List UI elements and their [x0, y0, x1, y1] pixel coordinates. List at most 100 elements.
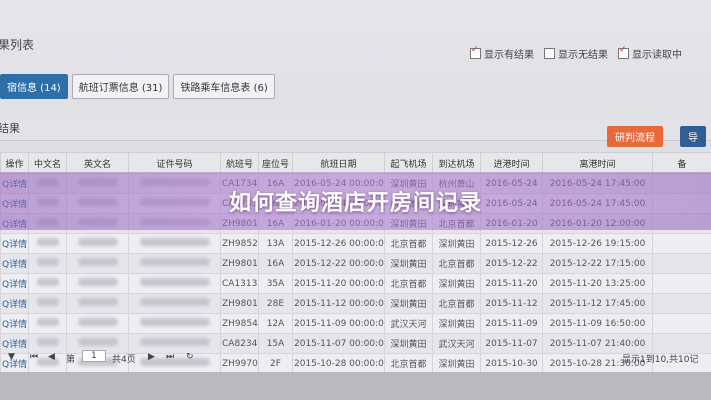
name-cell — [28, 233, 67, 254]
seat-cell: 35A — [258, 273, 293, 294]
option-show-loading[interactable]: 显示读取中 — [618, 45, 682, 61]
depart-cell: 2015-12-26 19:15:00 — [542, 233, 653, 254]
tab-bar: 宿信息 (14) 航班订票信息 (31) 铁路乘车信息表 (6) — [0, 74, 275, 99]
seat-cell: 16A — [258, 253, 293, 274]
seat-cell: 12A — [258, 313, 293, 334]
column-header[interactable]: 起飞机场 — [384, 152, 433, 174]
tab-flight-info[interactable]: 航班订票信息 (31) — [71, 74, 170, 99]
to-cell: 深圳黄田 — [432, 313, 481, 334]
english-name-cell — [66, 273, 129, 294]
table-row[interactable]: Q详情 ZH9801 28E 2015-11-12 00:00:00 深圳黄田 北京首都 2… — [0, 293, 711, 314]
english-name-cell — [66, 293, 129, 314]
title-banner: 如何查询酒店开房间记录 — [0, 172, 711, 230]
column-header[interactable]: 座位号 — [258, 152, 293, 174]
table-row[interactable]: Q详情 ZH9854 12A 2015-11-09 00:00:00 武汉天河 深圳黄田 2… — [0, 313, 711, 334]
arrive-cell: 2015-11-20 — [480, 273, 543, 294]
page-input[interactable]: 1 — [82, 350, 106, 362]
option-show-no-results[interactable]: 显示无结果 — [544, 46, 608, 61]
tab-hotel-info[interactable]: 宿信息 (14) — [0, 74, 68, 99]
column-header[interactable]: 中文名 — [28, 152, 67, 174]
redacted-text — [77, 238, 118, 246]
column-header[interactable]: 航班号 — [220, 152, 259, 174]
checkbox-icon[interactable] — [544, 48, 555, 59]
column-header[interactable]: 操作 — [0, 152, 29, 174]
first-page-icon[interactable]: ⏮ — [30, 352, 38, 362]
table-row[interactable]: Q详情 ZH9801 16A 2015-12-22 00:00:00 深圳黄田 北京首都 2… — [0, 253, 711, 274]
detail-link[interactable]: Q详情 — [0, 273, 29, 294]
name-cell — [28, 253, 67, 274]
from-cell: 武汉天河 — [384, 313, 433, 334]
depart-cell: 2015-12-22 17:15:00 — [542, 253, 653, 274]
depart-cell: 2015-11-12 17:45:00 — [542, 293, 653, 314]
pager-summary: 显示1到10,共10记 — [622, 355, 699, 365]
date-cell: 2015-12-26 00:00:00 — [292, 233, 385, 254]
english-name-cell — [66, 253, 129, 274]
detail-link[interactable]: Q详情 — [0, 293, 29, 314]
redacted-text — [139, 318, 210, 326]
next-page-icon[interactable]: ▶ — [148, 352, 155, 362]
redacted-text — [77, 338, 118, 346]
redacted-text — [36, 258, 59, 266]
column-header[interactable]: 英文名 — [66, 152, 129, 174]
detail-link[interactable]: Q详情 — [0, 253, 29, 274]
redacted-text — [36, 278, 59, 286]
arrive-cell: 2015-12-22 — [480, 253, 543, 274]
window-title: 果列表 — [0, 38, 35, 52]
total-pages: 共4页 — [112, 355, 136, 365]
refresh-icon[interactable]: ↻ — [186, 352, 194, 362]
name-cell — [28, 293, 67, 314]
prev-page-icon[interactable]: ◀ — [48, 352, 55, 362]
banner-title: 如何查询酒店开房间记录 — [228, 191, 482, 216]
import-button[interactable]: 导 — [680, 126, 706, 147]
id-number-cell — [128, 233, 221, 254]
column-header[interactable]: 证件号码 — [128, 152, 221, 174]
screen: 果列表 显示有结果 显示无结果 显示读取中 宿信息 (14) 航班订票信息 (3… — [0, 0, 711, 400]
name-cell — [28, 313, 67, 334]
flight-cell: ZH9854 — [220, 313, 259, 334]
tab-rail-info[interactable]: 铁路乘车信息表 (6) — [173, 74, 275, 99]
note-cell — [652, 233, 711, 254]
table-row[interactable]: Q详情 CA1313 35A 2015-11-20 00:00:00 北京首都 深圳黄田 2… — [0, 273, 711, 294]
id-number-cell — [128, 253, 221, 274]
column-header[interactable]: 航班日期 — [292, 152, 385, 174]
note-cell — [652, 313, 711, 334]
redacted-text — [36, 338, 59, 346]
page-size-dropdown-icon[interactable]: ▼ — [8, 352, 15, 362]
redacted-text — [139, 278, 210, 286]
seat-cell: 13A — [258, 233, 293, 254]
date-cell: 2015-11-09 00:00:00 — [292, 313, 385, 334]
to-cell: 深圳黄田 — [432, 273, 481, 294]
note-cell — [652, 253, 711, 274]
flight-cell: ZH9801 — [220, 253, 259, 274]
option-show-results[interactable]: 显示有结果 — [470, 45, 534, 61]
column-header[interactable]: 备 — [652, 152, 711, 174]
checkbox-icon[interactable] — [618, 45, 629, 59]
last-page-icon[interactable]: ⏭ — [166, 352, 174, 362]
date-cell: 2015-11-20 00:00:00 — [292, 273, 385, 294]
redacted-text — [36, 318, 59, 326]
column-header[interactable]: 到达机场 — [432, 152, 481, 174]
detail-link[interactable]: Q详情 — [0, 233, 29, 254]
redacted-text — [77, 278, 118, 286]
redacted-text — [139, 258, 210, 266]
pagination: ▼ ⏮ ◀ 第 1 共4页 ▶ ⏭ ↻ 显示1到10,共10记 — [0, 348, 711, 368]
flight-cell: CA1313 — [220, 273, 259, 294]
detail-link[interactable]: Q详情 — [0, 313, 29, 334]
analysis-button[interactable]: 研判流程 — [607, 126, 663, 147]
column-header[interactable]: 进港时间 — [480, 152, 543, 174]
flight-cell: ZH9801 — [220, 293, 259, 314]
redacted-text — [139, 298, 210, 306]
column-header[interactable]: 离港时间 — [542, 152, 653, 174]
note-cell — [652, 273, 711, 294]
redacted-text — [77, 258, 118, 266]
note-cell — [652, 293, 711, 314]
checkbox-icon[interactable] — [470, 45, 481, 59]
depart-cell: 2015-11-20 13:25:00 — [542, 273, 653, 294]
id-number-cell — [128, 273, 221, 294]
from-cell: 深圳黄田 — [384, 293, 433, 314]
section-title: 结果 — [0, 122, 20, 135]
table-row[interactable]: Q详情 ZH9852 13A 2015-12-26 00:00:00 北京首都 深圳黄田 2… — [0, 233, 711, 254]
to-cell: 北京首都 — [432, 253, 481, 274]
id-number-cell — [128, 293, 221, 314]
option-label: 显示读取中 — [632, 50, 682, 61]
